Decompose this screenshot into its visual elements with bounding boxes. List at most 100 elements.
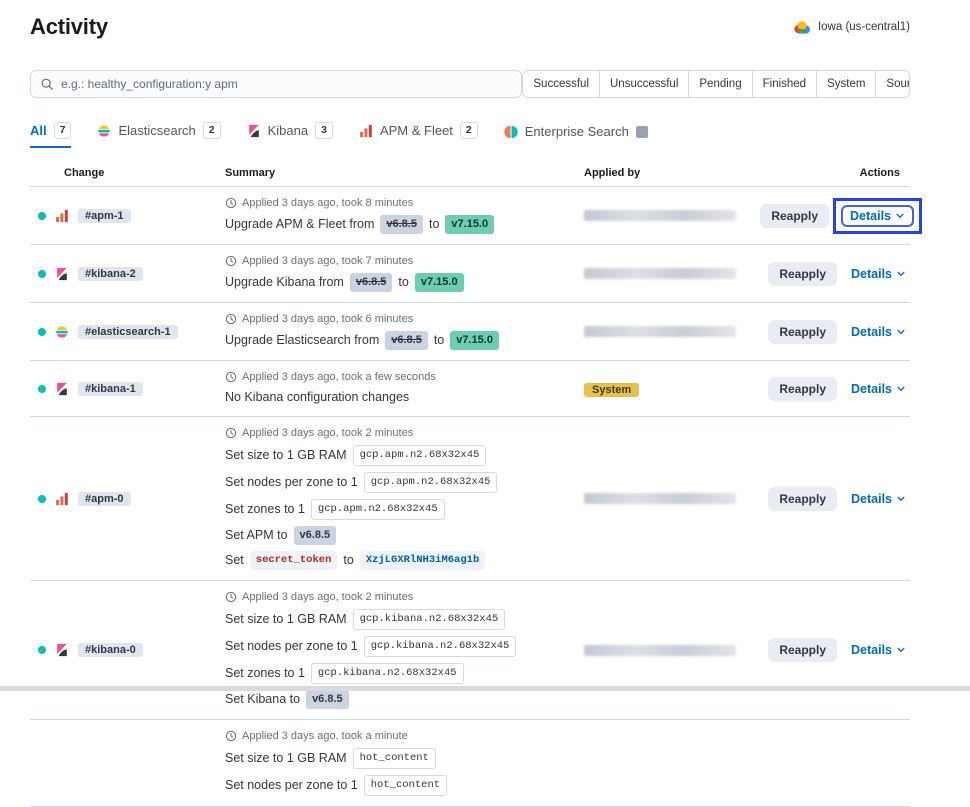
filter-unsuccessful[interactable]: Unsuccessful <box>600 71 689 97</box>
kibana-icon <box>247 124 261 138</box>
meta-text: Applied 3 days ago, took 8 minutes <box>242 197 413 209</box>
search-box[interactable] <box>30 70 522 98</box>
redacted-user <box>584 268 736 279</box>
applied-meta: Applied 3 days ago, took 7 minutes <box>225 255 580 267</box>
reapply-button[interactable]: Reapply <box>768 262 837 286</box>
meta-text: Applied 3 days ago, took 2 minutes <box>242 591 413 603</box>
table-row: #apm-1 Applied 3 days ago, took 8 minute… <box>30 187 910 245</box>
details-button[interactable]: Details <box>851 325 906 339</box>
kibana-icon <box>55 643 69 657</box>
details-button[interactable]: Details <box>851 643 906 657</box>
apm-icon <box>55 209 69 223</box>
filter-successful[interactable]: Successful <box>523 71 600 97</box>
kibana-icon <box>55 382 69 396</box>
reapply-button[interactable]: Reapply <box>768 320 837 344</box>
details-button[interactable]: Details <box>851 382 906 396</box>
page-header: Activity Iowa (us-central1) <box>30 14 910 40</box>
elasticsearch-icon <box>55 325 69 339</box>
column-header-actions: Actions <box>770 167 910 179</box>
summary-text: Set zones to 1 <box>225 665 305 682</box>
details-button[interactable]: Details <box>851 492 906 506</box>
meta-text: Applied 3 days ago, took 2 minutes <box>242 427 413 439</box>
column-header-change: Change <box>30 167 220 179</box>
tab-all-count-badge: 7 <box>54 122 72 139</box>
applied-meta: Applied 3 days ago, took a minute <box>225 730 580 742</box>
page-title: Activity <box>30 14 108 40</box>
reapply-button[interactable]: Reapply <box>760 204 829 228</box>
elasticsearch-icon <box>97 124 111 138</box>
toolbar: Successful Unsuccessful Pending Finished… <box>30 70 910 98</box>
summary-text: to <box>398 274 408 291</box>
summary-text: Upgrade Elasticsearch from <box>225 332 379 349</box>
details-button[interactable]: Details <box>841 205 914 227</box>
clock-icon <box>225 427 237 439</box>
chevron-down-icon <box>896 494 906 504</box>
filter-source-dropdown[interactable]: Source <box>876 71 910 97</box>
version-badge: v6.8.5 <box>294 526 337 545</box>
system-badge: System <box>584 383 639 397</box>
reapply-button[interactable]: Reapply <box>768 487 837 511</box>
tab-all-label: All <box>30 123 47 138</box>
chevron-down-icon <box>895 211 905 221</box>
column-header-applied-by: Applied by <box>580 167 770 179</box>
version-from-badge: v6.8.5 <box>350 273 393 292</box>
details-label: Details <box>851 643 892 657</box>
reapply-button[interactable]: Reapply <box>768 638 837 662</box>
summary-text: Set zones to 1 <box>225 501 305 518</box>
tab-apm-fleet-label: APM & Fleet <box>380 123 453 138</box>
viewport-bottom-edge <box>0 686 970 691</box>
status-dot <box>38 328 46 336</box>
clock-icon <box>225 313 237 325</box>
secret-key-chip: secret_token <box>250 551 338 570</box>
applied-meta: Applied 3 days ago, took 6 minutes <box>225 313 580 325</box>
filter-group: Successful Unsuccessful Pending Finished… <box>522 70 910 98</box>
redacted-user <box>584 210 736 221</box>
instance-config-chip: gcp.apm.n2.68x32x45 <box>364 472 498 493</box>
table-row: #apm-0 Applied 3 days ago, took 2 minute… <box>30 417 910 581</box>
summary-text: Set size to 1 GB RAM <box>225 447 347 464</box>
annotation-highlight: Details <box>833 198 922 234</box>
applied-meta: Applied 3 days ago, took 8 minutes <box>225 197 580 209</box>
tab-elasticsearch-label: Elasticsearch <box>118 123 195 138</box>
chevron-down-icon <box>896 269 906 279</box>
table-row: #kibana-0 Applied 3 days ago, took 2 min… <box>30 581 910 720</box>
tab-enterprise-search[interactable]: Enterprise Search <box>504 124 648 148</box>
meta-text: Applied 3 days ago, took 6 minutes <box>242 313 413 325</box>
redacted-user <box>584 326 736 337</box>
table-row: #elasticsearch-1 Applied 3 days ago, too… <box>30 303 910 361</box>
tab-kibana[interactable]: Kibana 3 <box>247 122 333 148</box>
chevron-down-icon <box>896 645 906 655</box>
table-row: Applied 3 days ago, took a minute Set si… <box>30 720 910 807</box>
tab-elasticsearch[interactable]: Elasticsearch 2 <box>97 122 220 148</box>
column-header-summary: Summary <box>220 167 580 179</box>
apm-icon <box>359 124 373 138</box>
meta-text: Applied 3 days ago, took a few seconds <box>242 371 436 383</box>
status-dot <box>38 495 46 503</box>
filter-system[interactable]: System <box>817 71 876 97</box>
filter-pending[interactable]: Pending <box>689 71 752 97</box>
instance-config-chip: hot_content <box>353 748 436 769</box>
search-input[interactable] <box>61 77 512 91</box>
summary-text: Set nodes per zone to 1 <box>225 777 358 794</box>
search-icon <box>40 77 54 91</box>
meta-text: Applied 3 days ago, took a minute <box>242 730 408 742</box>
filter-finished[interactable]: Finished <box>753 71 817 97</box>
tab-all[interactable]: All 7 <box>30 122 71 148</box>
version-from-badge: v6.8.5 <box>380 215 423 234</box>
region-indicator: Iowa (us-central1) <box>793 20 910 34</box>
chevron-down-icon <box>896 327 906 337</box>
applied-meta: Applied 3 days ago, took 2 minutes <box>225 427 580 439</box>
summary-text: Set APM to <box>225 527 288 544</box>
summary-text: Set <box>225 552 244 569</box>
details-button[interactable]: Details <box>851 267 906 281</box>
reapply-button[interactable]: Reapply <box>768 377 837 401</box>
tab-elasticsearch-count-badge: 2 <box>203 122 221 139</box>
tab-apm-fleet[interactable]: APM & Fleet 2 <box>359 122 478 148</box>
applied-meta: Applied 3 days ago, took 2 minutes <box>225 591 580 603</box>
table-row: #kibana-2 Applied 3 days ago, took 7 min… <box>30 245 910 303</box>
clock-icon <box>225 197 237 209</box>
chevron-down-icon <box>896 384 906 394</box>
details-label: Details <box>850 209 891 223</box>
version-to-badge: v7.15.0 <box>450 331 499 350</box>
change-id-badge: #kibana-0 <box>78 643 143 657</box>
